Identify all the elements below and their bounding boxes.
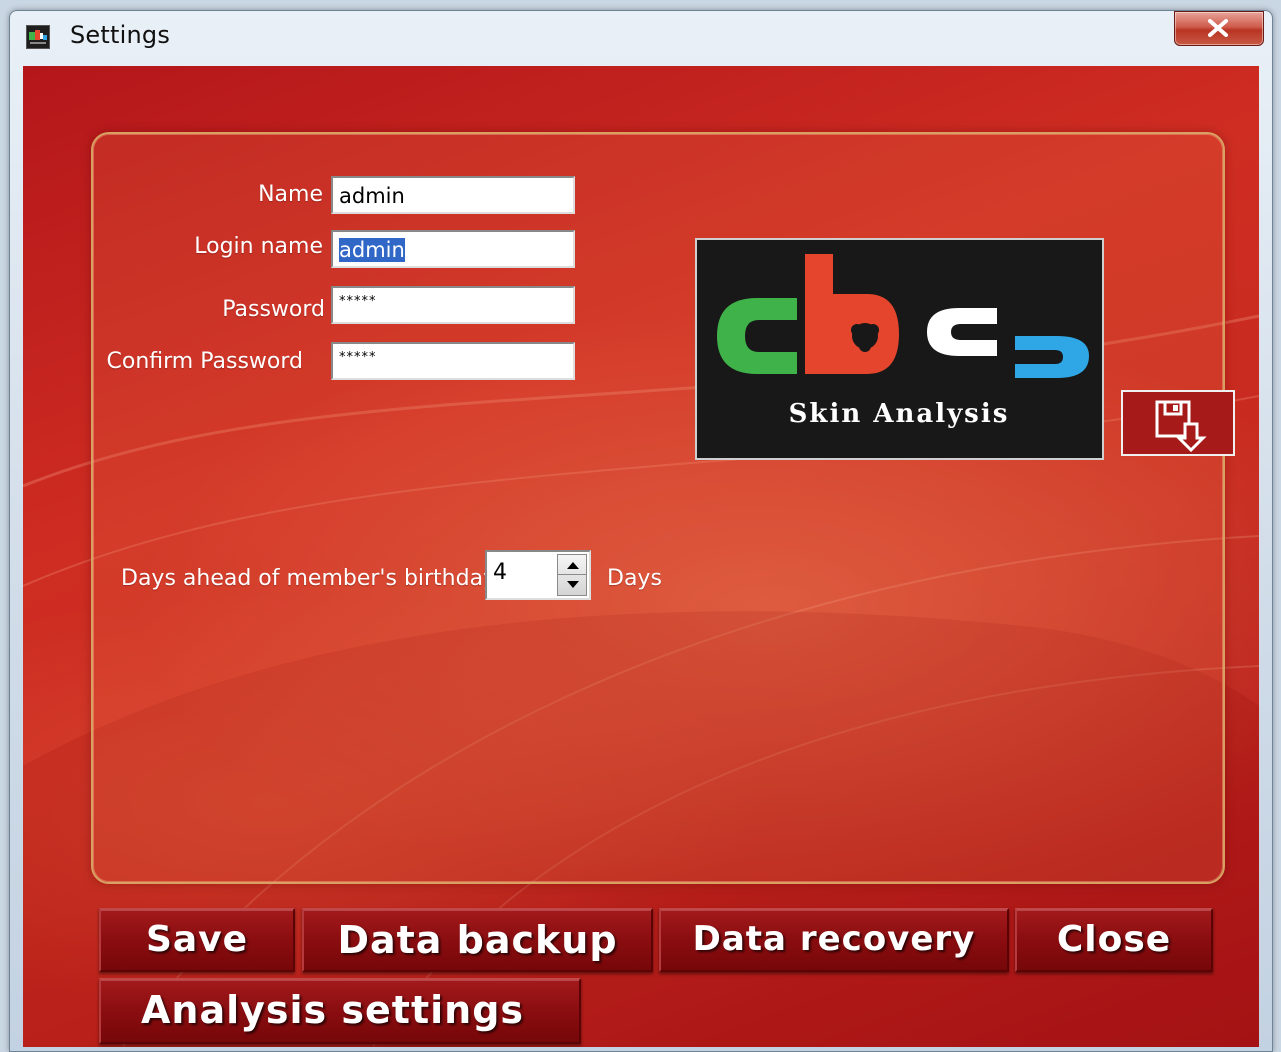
analysis-settings-button[interactable]: Analysis settings xyxy=(99,978,581,1044)
confirm-password-label: Confirm Password xyxy=(106,349,303,374)
title-bar: Settings xyxy=(10,11,1272,65)
password-field[interactable]: ***** xyxy=(331,286,575,324)
window-title: Settings xyxy=(70,21,171,49)
spinner-up-button[interactable] xyxy=(558,555,586,575)
spinner-down-button[interactable] xyxy=(558,575,586,595)
confirm-password-field[interactable]: ***** xyxy=(331,342,575,380)
spinner-buttons xyxy=(557,554,587,596)
birthday-days-unit: Days xyxy=(607,566,662,591)
settings-client-area: Name admin Login name admin Password ***… xyxy=(23,66,1259,1047)
settings-window: Settings Name admin Login name admin Pas… xyxy=(9,10,1273,1052)
window-close-button[interactable] xyxy=(1174,11,1264,46)
birthday-days-label: Days ahead of member's birthday xyxy=(121,566,497,591)
login-name-field[interactable]: admin xyxy=(331,230,575,268)
name-label: Name xyxy=(258,182,323,207)
login-name-selected-text: admin xyxy=(339,238,405,262)
login-name-label: Login name xyxy=(194,234,323,259)
app-icon xyxy=(26,25,50,49)
birthday-days-spinner[interactable]: 4 xyxy=(485,550,591,600)
logo-caption: Skin Analysis xyxy=(789,399,1010,429)
company-logo: Skin Analysis xyxy=(695,238,1104,460)
arrow-down-icon xyxy=(567,581,579,588)
settings-panel: Name admin Login name admin Password ***… xyxy=(91,132,1235,884)
save-download-icon xyxy=(1155,400,1207,452)
data-recovery-button[interactable]: Data recovery xyxy=(659,908,1009,972)
close-icon xyxy=(1208,19,1228,37)
data-backup-button[interactable]: Data backup xyxy=(302,908,653,972)
password-label: Password xyxy=(222,297,325,322)
name-field[interactable]: admin xyxy=(331,176,575,214)
close-button[interactable]: Close xyxy=(1015,908,1213,972)
save-logo-button[interactable] xyxy=(1121,390,1235,456)
save-button[interactable]: Save xyxy=(99,908,295,972)
birthday-days-value[interactable]: 4 xyxy=(493,560,507,585)
arrow-up-icon xyxy=(567,562,579,569)
